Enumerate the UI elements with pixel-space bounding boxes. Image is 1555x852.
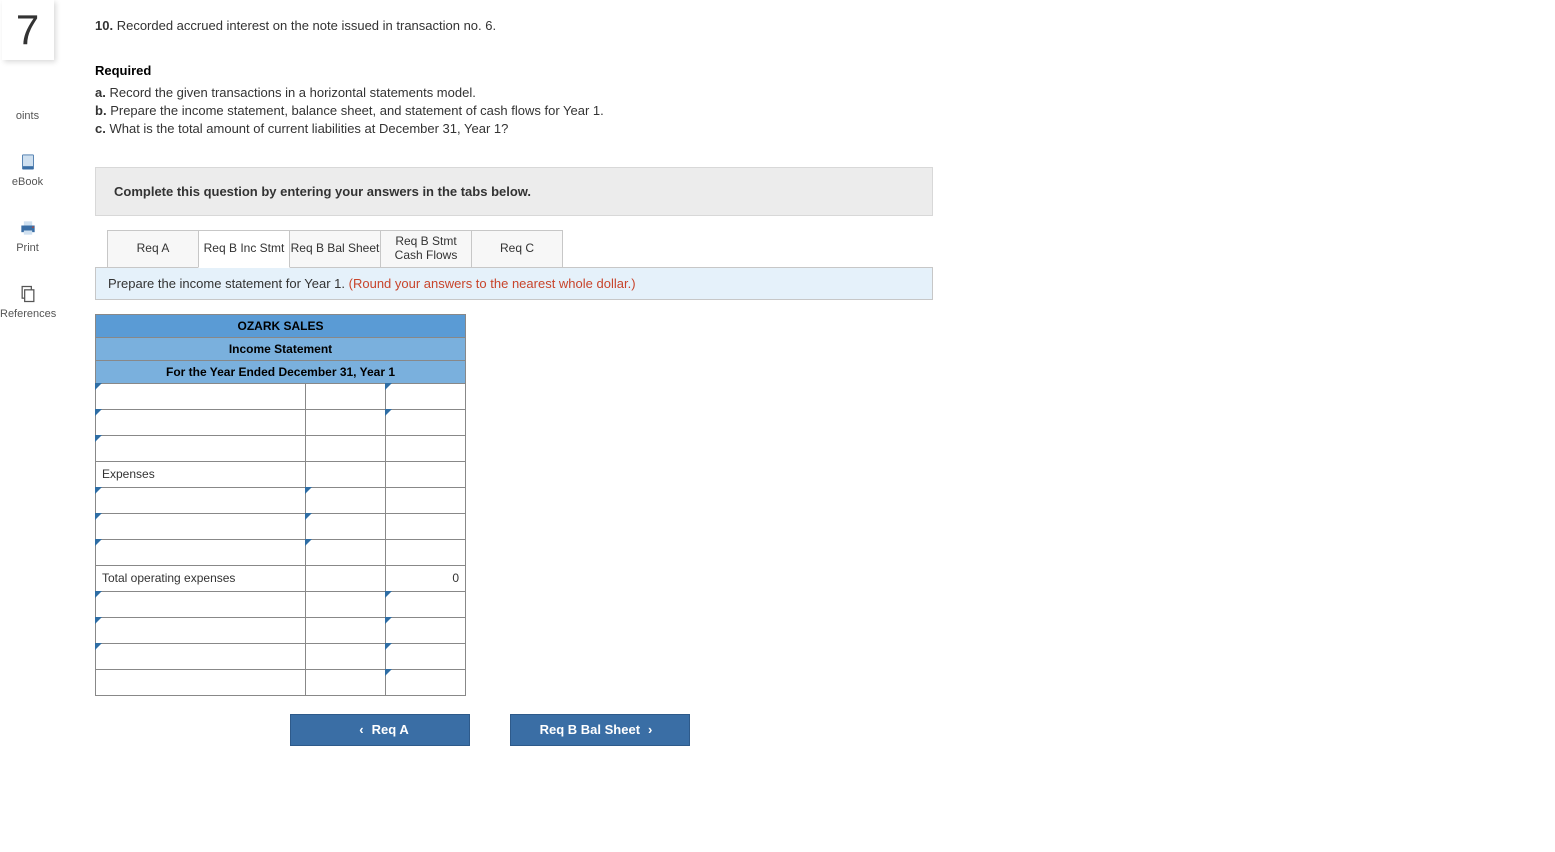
required-heading: Required xyxy=(95,63,1055,78)
tab-req-a[interactable]: Req A xyxy=(107,230,199,268)
print-item[interactable]: Print xyxy=(0,218,55,254)
input-cell[interactable] xyxy=(386,669,466,695)
transaction-number: 10. xyxy=(95,18,113,33)
input-cell[interactable] xyxy=(386,409,466,435)
input-cell[interactable] xyxy=(96,513,306,539)
input-cell[interactable] xyxy=(96,539,306,565)
ebook-item[interactable]: eBook xyxy=(0,152,55,188)
tab-panel-note: Prepare the income statement for Year 1.… xyxy=(95,267,933,300)
print-label: Print xyxy=(0,242,55,254)
nav-buttons: ‹ Req A Req B Bal Sheet › xyxy=(95,714,1055,746)
transaction-line: 10. Recorded accrued interest on the not… xyxy=(95,18,1055,33)
tab-req-b-bal-sheet[interactable]: Req B Bal Sheet xyxy=(289,230,381,268)
input-cell[interactable] xyxy=(386,617,466,643)
next-button[interactable]: Req B Bal Sheet › xyxy=(510,714,690,746)
input-cell[interactable] xyxy=(306,435,386,461)
input-cell[interactable] xyxy=(96,669,306,695)
input-cell[interactable] xyxy=(306,539,386,565)
sidebar: 7 oints eBook Print References xyxy=(0,0,55,786)
references-item[interactable]: References xyxy=(0,284,55,320)
statement-title: Income Statement xyxy=(96,337,466,360)
transaction-text: Recorded accrued interest on the note is… xyxy=(117,18,496,33)
input-cell[interactable] xyxy=(386,539,466,565)
printer-icon xyxy=(18,218,38,238)
tab-req-b-stmt-cash-flows[interactable]: Req B Stmt Cash Flows xyxy=(380,230,472,268)
input-cell[interactable] xyxy=(306,643,386,669)
instruction-box: Complete this question by entering your … xyxy=(95,167,933,216)
input-cell[interactable] xyxy=(96,409,306,435)
prev-button[interactable]: ‹ Req A xyxy=(290,714,470,746)
prev-button-label: Req A xyxy=(372,722,409,737)
points-item: oints xyxy=(0,110,55,122)
points-label: oints xyxy=(0,110,55,122)
input-cell[interactable] xyxy=(386,383,466,409)
input-cell[interactable] xyxy=(386,435,466,461)
input-cell[interactable] xyxy=(386,461,466,487)
input-cell[interactable] xyxy=(96,383,306,409)
question-number: 7 xyxy=(16,6,39,54)
input-cell[interactable] xyxy=(306,513,386,539)
input-cell[interactable] xyxy=(386,487,466,513)
expenses-label: Expenses xyxy=(96,461,306,487)
required-list: a. Record the given transactions in a ho… xyxy=(95,84,1055,139)
copy-icon xyxy=(18,284,38,304)
main-content: 10. Recorded accrued interest on the not… xyxy=(55,0,1055,786)
input-cell[interactable] xyxy=(306,669,386,695)
input-cell[interactable] xyxy=(96,487,306,513)
input-cell[interactable] xyxy=(306,591,386,617)
statement-period: For the Year Ended December 31, Year 1 xyxy=(96,360,466,383)
references-label: References xyxy=(0,308,55,320)
tab-req-c[interactable]: Req C xyxy=(471,230,563,268)
tabs-row: Req A Req B Inc Stmt Req B Bal Sheet Req… xyxy=(95,230,933,268)
input-cell[interactable] xyxy=(96,643,306,669)
tab-req-b-inc-stmt[interactable]: Req B Inc Stmt xyxy=(198,230,290,268)
next-button-label: Req B Bal Sheet xyxy=(540,722,640,737)
chevron-left-icon: ‹ xyxy=(359,722,363,737)
input-cell[interactable] xyxy=(306,617,386,643)
input-cell[interactable] xyxy=(96,435,306,461)
total-op-exp-label: Total operating expenses xyxy=(96,565,306,591)
panel-note-main: Prepare the income statement for Year 1. xyxy=(108,276,349,291)
required-item-b: b. Prepare the income statement, balance… xyxy=(95,102,1055,120)
question-number-card: 7 xyxy=(2,0,54,60)
input-cell[interactable] xyxy=(306,565,386,591)
input-cell[interactable] xyxy=(386,591,466,617)
ebook-label: eBook xyxy=(0,176,55,188)
required-item-c: c. What is the total amount of current l… xyxy=(95,120,1055,138)
company-name: OZARK SALES xyxy=(96,314,466,337)
income-statement-table: OZARK SALES Income Statement For the Yea… xyxy=(95,314,466,696)
chevron-right-icon: › xyxy=(648,722,652,737)
input-cell[interactable] xyxy=(386,513,466,539)
input-cell[interactable] xyxy=(306,487,386,513)
input-cell[interactable] xyxy=(306,383,386,409)
input-cell[interactable] xyxy=(96,591,306,617)
input-cell[interactable] xyxy=(386,643,466,669)
total-op-exp-value: 0 xyxy=(386,565,466,591)
book-icon xyxy=(18,152,38,172)
input-cell[interactable] xyxy=(306,409,386,435)
required-item-a: a. Record the given transactions in a ho… xyxy=(95,84,1055,102)
input-cell[interactable] xyxy=(96,617,306,643)
panel-note-hint: (Round your answers to the nearest whole… xyxy=(349,276,636,291)
input-cell[interactable] xyxy=(306,461,386,487)
